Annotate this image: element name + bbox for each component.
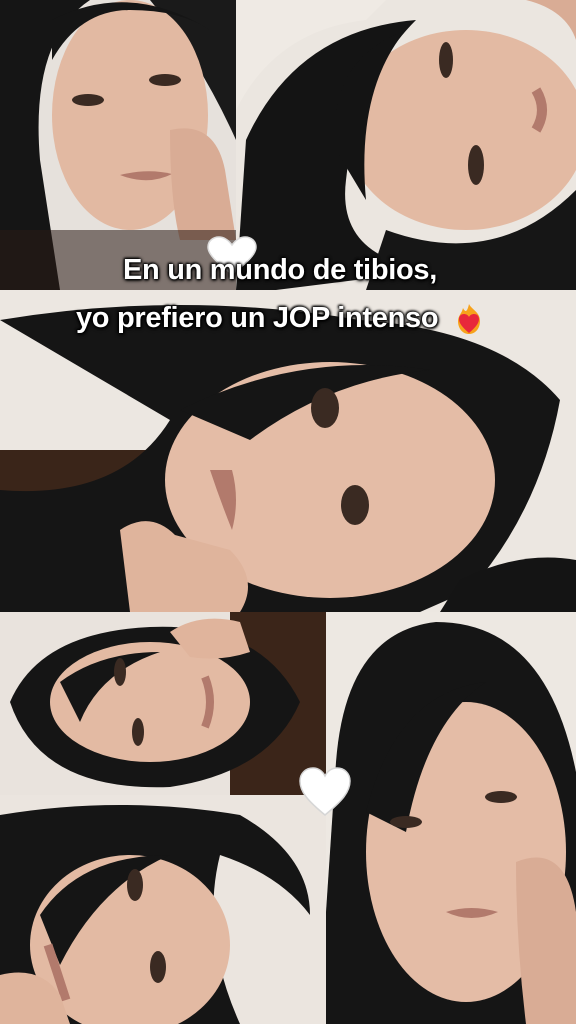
caption-line-2-text: yo prefiero un JOP intenso (75, 302, 439, 334)
photo-lower-left-2 (0, 795, 326, 1024)
photo-top-left (0, 0, 236, 290)
photo-lower-left-1 (0, 612, 326, 795)
photo-middle-large (0, 290, 576, 612)
caption-line-1: En un mundo de tibios, (123, 254, 437, 286)
photo-collage: En un mundo de tibios, yo prefiero un JO… (0, 0, 576, 1024)
white-heart-icon (298, 766, 352, 818)
photo-top-right (236, 0, 576, 290)
heart-on-fire-icon (454, 302, 484, 336)
caption-line-2: yo prefiero un JOP intenso (0, 300, 568, 336)
photo-lower-right (326, 612, 576, 1024)
